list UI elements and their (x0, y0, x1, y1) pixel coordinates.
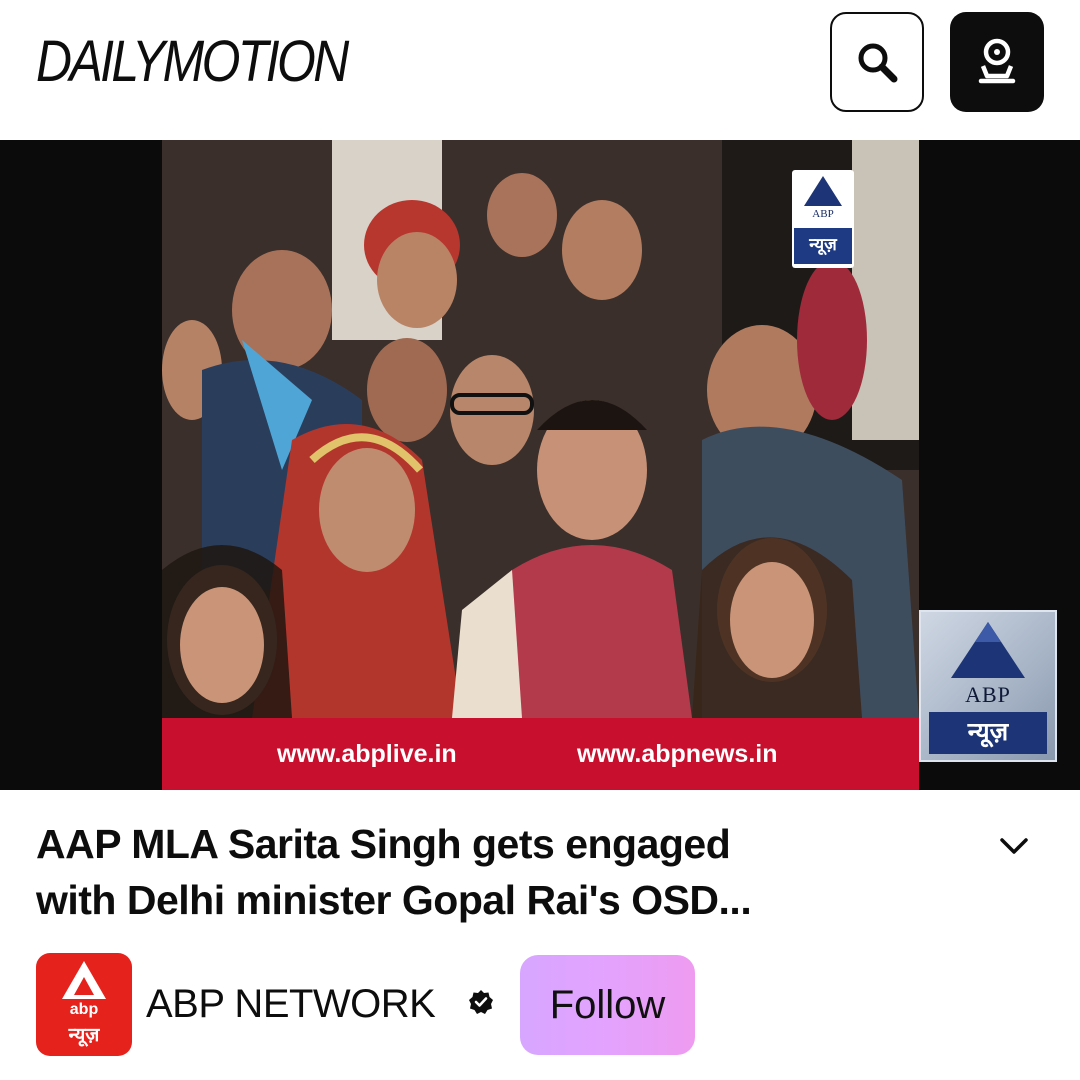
abp-watermark-hindi: न्यूज़ (794, 228, 852, 264)
video-title-line1: AAP MLA Sarita Singh gets engaged (36, 821, 731, 867)
url-banner: www.abplive.in www.abpnews.in (162, 718, 919, 790)
account-button[interactable] (950, 12, 1044, 112)
video-title[interactable]: AAP MLA Sarita Singh gets engaged with D… (36, 816, 936, 928)
video-player[interactable]: ABP न्यूज़ www.abplive.in www.abpnews.in… (0, 140, 1080, 790)
dailymotion-logo[interactable]: DAILYMOTION (36, 22, 349, 102)
top-bar: DAILYMOTION (0, 0, 1080, 140)
abp-triangle-icon (804, 176, 842, 206)
abp-watermark-word: ABP (965, 682, 1011, 707)
abp-watermark-word: ABP (812, 208, 834, 220)
account-icon (978, 38, 1016, 84)
search-button[interactable] (830, 12, 924, 112)
url-abpnews: www.abpnews.in (577, 740, 778, 768)
avatar-abp-text: abp (69, 1001, 99, 1018)
search-icon (858, 43, 898, 83)
expand-description-button[interactable] (988, 824, 1040, 868)
abp-watermark-small: ABP न्यूज़ (792, 170, 854, 268)
abp-watermark-large: ABP न्यूज़ (919, 610, 1057, 762)
avatar-hindi-text: न्यूज़ (68, 1025, 100, 1046)
channel-name[interactable]: ABP NETWORK (146, 978, 436, 1030)
url-abplive: www.abplive.in (277, 740, 457, 768)
video-frame[interactable]: ABP न्यूज़ www.abplive.in www.abpnews.in (162, 140, 919, 790)
channel-avatar[interactable]: abp न्यूज़ (36, 953, 132, 1056)
follow-button[interactable]: Follow (520, 955, 695, 1055)
abp-watermark-hindi: न्यूज़ (929, 712, 1047, 754)
chevron-down-icon (1000, 838, 1028, 854)
verified-badge-icon (469, 990, 493, 1014)
video-title-line2: with Delhi minister Gopal Rai's OSD... (36, 877, 752, 923)
abp-logo-icon (62, 961, 106, 999)
abp-triangle-icon (951, 622, 1025, 678)
